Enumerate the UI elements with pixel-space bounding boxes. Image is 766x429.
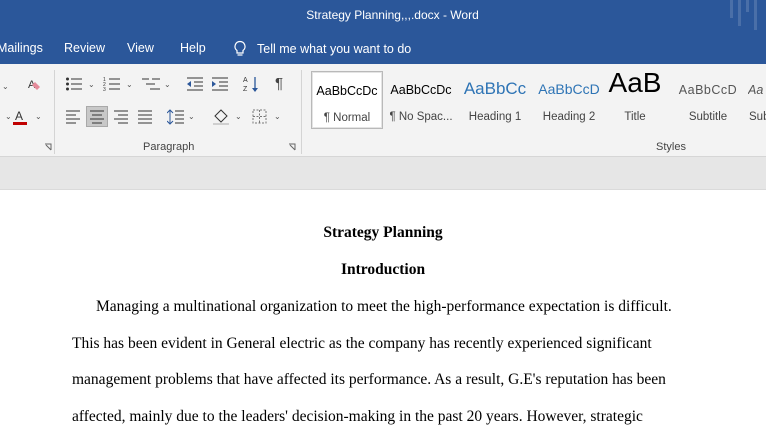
style-subtitle[interactable]: AaBbCcD Subtitle — [672, 71, 744, 129]
decorative-pattern-icon — [730, 0, 757, 30]
style-normal[interactable]: AaBbCcDc ¶ Normal — [311, 71, 383, 129]
window-title: Strategy Planning,,,.docx - Word — [306, 8, 479, 22]
multilevel-list-icon[interactable] — [141, 76, 161, 92]
style-name: ¶ Normal — [323, 112, 371, 124]
tab-review[interactable]: Review — [64, 41, 105, 55]
group-divider — [301, 70, 302, 154]
style-name: Title — [624, 111, 646, 123]
style-no-spacing[interactable]: AaBbCcDc ¶ No Spac... — [385, 71, 457, 129]
bullets-dropdown-icon[interactable]: ⌄ — [88, 80, 95, 89]
document-heading: Introduction — [340, 261, 426, 278]
tell-me-search[interactable]: Tell me what you want to do — [233, 40, 411, 57]
multilevel-dropdown-icon[interactable]: ⌄ — [164, 80, 171, 89]
style-name: Heading 1 — [468, 111, 522, 123]
align-center-button[interactable] — [86, 106, 108, 127]
sort-icon[interactable]: A Z — [243, 75, 259, 93]
style-sample: AaBbCcD — [678, 83, 738, 97]
style-sample: AaBbCcD — [538, 81, 600, 97]
shading-dropdown-icon[interactable]: ⌄ — [235, 112, 242, 121]
style-name: Sub — [749, 111, 766, 123]
align-right-icon[interactable] — [113, 110, 129, 124]
line-spacing-icon[interactable] — [167, 109, 185, 125]
style-heading-2[interactable]: AaBbCcD Heading 2 — [533, 71, 605, 129]
font-color-dropdown-icon[interactable]: ⌄ — [35, 112, 42, 121]
increase-indent-icon[interactable] — [211, 76, 229, 92]
style-name: Subtitle — [688, 111, 728, 123]
style-sample: AaB — [608, 67, 662, 98]
style-sample: AaBbCc — [463, 79, 527, 98]
style-name: Heading 2 — [542, 111, 596, 123]
document-page[interactable]: Strategy Planning Introduction Managing … — [0, 190, 766, 429]
borders-dropdown-icon[interactable]: ⌄ — [274, 112, 281, 121]
paragraph-dialog-launcher-icon[interactable] — [288, 143, 297, 152]
style-name: ¶ No Spac... — [389, 111, 453, 123]
decrease-indent-icon[interactable] — [186, 76, 204, 92]
styles-group-label: Styles — [656, 141, 686, 153]
numbering-dropdown-icon[interactable]: ⌄ — [126, 80, 133, 89]
line-spacing-dropdown-icon[interactable]: ⌄ — [188, 112, 195, 121]
paragraph-line: This has been evident in General electri… — [72, 335, 652, 352]
ruler-area — [0, 157, 766, 190]
tab-help[interactable]: Help — [180, 41, 206, 55]
svg-text:Z: Z — [243, 86, 248, 93]
font-dialog-launcher-icon[interactable] — [44, 143, 53, 152]
title-bar: Strategy Planning,,,.docx - Word — [0, 0, 766, 33]
document-title: Strategy Planning — [323, 224, 443, 241]
style-sample: Aa — [748, 83, 764, 97]
paragraph-line: Managing a multinational organization to… — [96, 298, 672, 315]
tab-mailings[interactable]: Mailings — [0, 41, 43, 55]
svg-text:3: 3 — [103, 87, 106, 92]
style-title[interactable]: AaB Title — [599, 67, 671, 129]
numbering-icon[interactable]: 1 2 3 — [103, 76, 121, 92]
svg-text:A: A — [15, 109, 23, 123]
paragraph-line: affected, mainly due to the leaders' dec… — [72, 408, 643, 425]
borders-icon[interactable] — [252, 109, 267, 124]
font-color-icon[interactable]: A — [12, 108, 28, 126]
highlight-dropdown-icon[interactable]: ⌄ — [5, 112, 12, 121]
tab-view[interactable]: View — [127, 41, 154, 55]
lightbulb-icon — [234, 40, 246, 56]
styles-gallery: AaBbCcDc ¶ Normal AaBbCcDc ¶ No Spac... … — [311, 67, 766, 131]
ribbon: ⌄ A ⌄ A ⌄ ⌄ 1 2 3 ⌄ ⌄ A Z ¶ ⌄ ⌄ ⌄ Paragr… — [0, 64, 766, 157]
font-size-dropdown-icon[interactable]: ⌄ — [2, 82, 9, 91]
ribbon-tabs: Mailings Review View Help Tell me what y… — [0, 33, 766, 64]
svg-text:A: A — [243, 77, 248, 84]
shading-icon[interactable] — [212, 108, 230, 126]
align-center-icon — [90, 110, 104, 124]
style-heading-1[interactable]: AaBbCc Heading 1 — [459, 71, 531, 129]
paragraph-line: management problems that have affected i… — [72, 371, 666, 388]
show-formatting-marks-icon[interactable]: ¶ — [275, 75, 283, 92]
style-sample: AaBbCcDc — [316, 84, 378, 98]
align-left-icon[interactable] — [65, 110, 81, 124]
paragraph-group-label: Paragraph — [143, 141, 195, 153]
style-sample: AaBbCcDc — [390, 83, 452, 97]
clear-formatting-icon[interactable]: A — [27, 76, 43, 92]
style-subtle-emphasis[interactable]: Aa Sub — [745, 71, 766, 129]
justify-icon[interactable] — [137, 110, 153, 124]
tell-me-label: Tell me what you want to do — [257, 41, 412, 56]
group-divider — [54, 70, 55, 154]
bullets-icon[interactable] — [65, 76, 83, 92]
